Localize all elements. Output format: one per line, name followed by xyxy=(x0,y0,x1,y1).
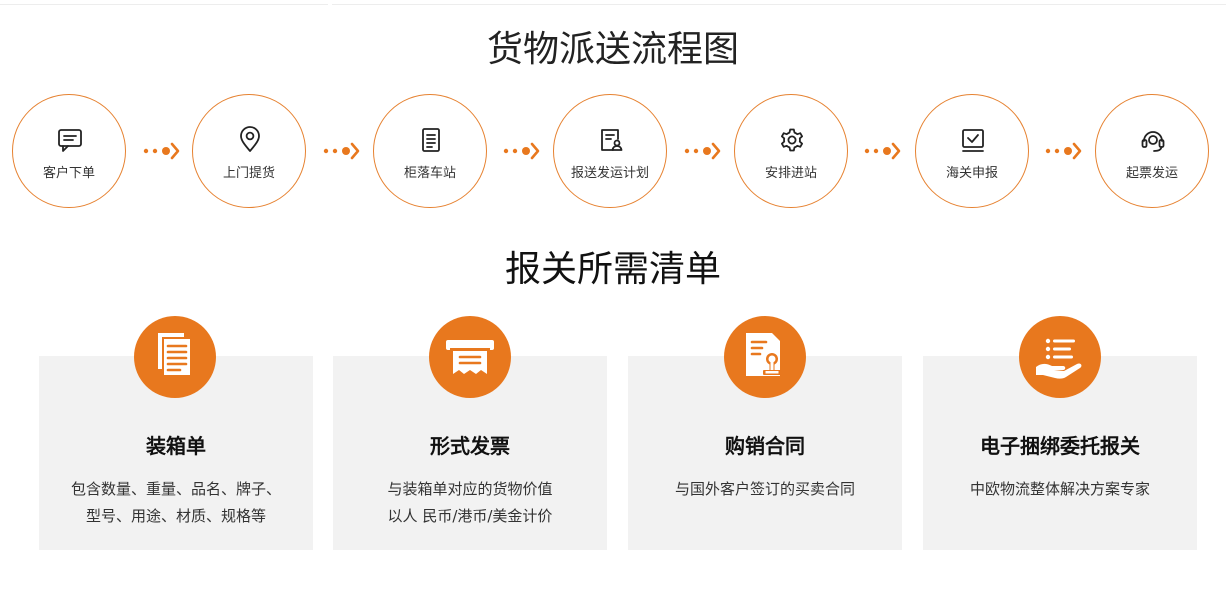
checkbox-icon xyxy=(959,126,987,154)
document-icon xyxy=(417,126,445,154)
flow-arrow-4 xyxy=(683,139,723,163)
card-description: 中欧物流整体解决方案专家 xyxy=(923,476,1197,503)
flow-arrow-6 xyxy=(1044,139,1084,163)
top-divider-gap xyxy=(328,3,332,6)
flow-arrow-3 xyxy=(502,139,542,163)
flow-step-label: 安排进站 xyxy=(764,166,817,181)
flow-step-label: 起票发运 xyxy=(1125,166,1178,181)
card-title: 形式发票 xyxy=(430,434,510,458)
flow-step-7: 起票发运 xyxy=(1095,94,1209,208)
flow-step-5: 安排进站 xyxy=(734,94,848,208)
flow-step-4: 报送发运计划 xyxy=(553,94,667,208)
card-desc-line: 与国外客户签订的买卖合同 xyxy=(674,480,855,498)
card-desc-line: 包含数量、重量、品名、牌子、 xyxy=(70,480,281,498)
card-description: 与装箱单对应的货物价值 以人 民币/港币/美金计价 xyxy=(333,476,607,530)
card-title: 装箱单 xyxy=(146,434,206,458)
checklist-title: 报关所需清单 xyxy=(504,249,721,290)
flow-step-2: 上门提货 xyxy=(192,94,306,208)
flow-step-1: 客户下单 xyxy=(12,94,126,208)
top-divider xyxy=(0,4,1226,5)
flow-arrow-2 xyxy=(322,139,362,163)
flow-title: 货物派送流程图 xyxy=(486,29,739,70)
flow-step-label: 客户下单 xyxy=(42,166,95,181)
flow-arrow-5 xyxy=(863,139,903,163)
card-title: 电子捆绑委托报关 xyxy=(980,434,1140,458)
flow-step-label: 上门提货 xyxy=(222,166,275,181)
hand-list-icon xyxy=(1019,316,1101,398)
documents-stack-icon xyxy=(134,316,216,398)
card-title: 购销合同 xyxy=(725,434,805,458)
card-description: 与国外客户签订的买卖合同 xyxy=(628,476,902,503)
card-description: 包含数量、重量、品名、牌子、 型号、用途、材质、规格等 xyxy=(39,476,313,530)
headset-icon xyxy=(1139,126,1167,154)
form-person-icon xyxy=(597,126,625,154)
receipt-printer-icon xyxy=(429,316,511,398)
gear-icon xyxy=(778,126,806,154)
flow-arrow-1 xyxy=(142,139,182,163)
contract-seal-icon xyxy=(724,316,806,398)
chat-icon xyxy=(56,126,84,154)
flow-step-label: 海关申报 xyxy=(945,166,998,181)
flow-step-3: 柜落车站 xyxy=(373,94,487,208)
location-pin-icon xyxy=(236,126,264,154)
card-desc-line: 中欧物流整体解决方案专家 xyxy=(969,480,1150,498)
flow-step-6: 海关申报 xyxy=(915,94,1029,208)
flow-step-label: 报送发运计划 xyxy=(570,166,649,181)
card-desc-line: 与装箱单对应的货物价值 xyxy=(387,480,553,498)
flow-diagram: 客户下单 上门提货 柜落车站 报送发运计划 安排进站 海关申报 起票发运 xyxy=(12,94,1212,210)
card-desc-line: 以人 民币/港币/美金计价 xyxy=(387,507,553,525)
card-desc-line: 型号、用途、材质、规格等 xyxy=(85,507,266,525)
flow-step-label: 柜落车站 xyxy=(403,166,456,181)
